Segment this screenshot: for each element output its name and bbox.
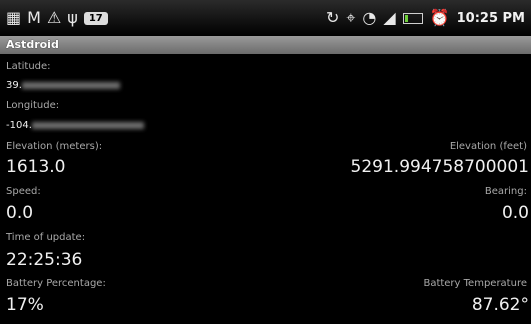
longitude-value: -104. [6,120,144,131]
sync-icon: ↻ [326,8,340,27]
status-bar: ▦ M ⚠ ψ 17 ↻ ⌖ ◔ ◢ ⏰ 10:25 PM [0,0,531,36]
speed-value: 0.0 [6,203,34,223]
battery-temperature-label: Battery Temperature [423,278,527,289]
battery-percentage-label: Battery Percentage: [6,278,106,289]
gmail-icon: M [27,8,41,27]
battery-temperature-value: 87.62° [471,295,529,315]
signal-icon: ◢ [383,8,396,27]
usb-icon: ψ [67,8,78,27]
alarm-icon: ⏰ [429,8,450,27]
status-time: 10:25 PM [456,10,525,26]
app-icon: ▦ [6,8,22,27]
redacted-blur [21,81,120,89]
latitude-value: 39. [6,80,120,91]
bearing-value: 0.0 [501,203,529,223]
gps-icon: ⌖ [346,8,356,27]
redacted-blur [31,121,144,129]
elevation-meters-value: 1613.0 [6,157,66,177]
longitude-label: Longitude: [6,100,60,111]
elevation-feet-value: 5291.994758700001 [350,157,529,177]
status-bar-right: ↻ ⌖ ◔ ◢ ⏰ 10:25 PM [326,10,525,26]
bearing-label: Bearing: [484,186,527,197]
elevation-feet-label: Elevation (feet) [449,141,527,152]
elevation-meters-label: Elevation (meters): [6,141,103,152]
time-of-update-label: Time of update: [6,232,86,243]
warning-icon: ⚠ [46,8,62,27]
latitude-label: Latitude: [6,61,51,72]
app-title: Astdroid [0,36,531,54]
speed-label: Speed: [6,186,41,197]
wifi-icon: ◔ [362,8,377,27]
time-of-update-value: 22:25:36 [6,250,83,270]
status-bar-left: ▦ M ⚠ ψ 17 [6,10,108,26]
notification-count-icon: 17 [83,11,108,25]
battery-icon [402,12,423,24]
battery-percentage-value: 17% [6,295,44,315]
